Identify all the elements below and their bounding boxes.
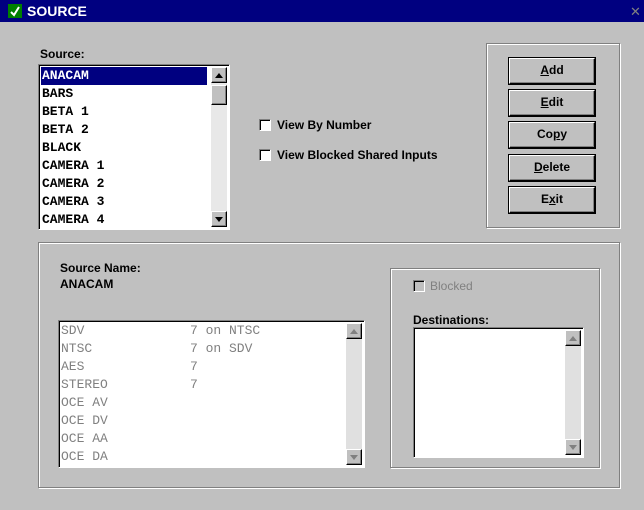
add-button[interactable]: Add xyxy=(509,58,595,84)
delete-button[interactable]: Delete xyxy=(509,155,595,181)
window-title: SOURCE xyxy=(27,3,87,19)
destinations-listbox[interactable] xyxy=(413,327,584,458)
signal-name: SDV xyxy=(61,323,85,338)
scroll-up-icon[interactable] xyxy=(346,323,362,339)
signal-level: 7 on SDV xyxy=(190,341,253,356)
signal-level: 7 xyxy=(190,377,198,392)
list-item[interactable]: CAMERA 3 xyxy=(41,193,104,211)
close-icon[interactable]: ✕ xyxy=(630,5,644,20)
exit-button[interactable]: Exit xyxy=(509,187,595,213)
title-bar xyxy=(0,0,644,22)
source-name-label: Source Name: xyxy=(60,261,141,275)
list-item[interactable]: BETA 1 xyxy=(41,103,89,121)
list-item[interactable]: BARS xyxy=(41,85,73,103)
signals-listbox[interactable]: SDV 7 on NTSC NTSC 7 on SDV AES 7 STEREO… xyxy=(58,320,365,468)
view-blocked-shared-inputs-label: View Blocked Shared Inputs xyxy=(277,148,438,162)
signal-name: OCE AA xyxy=(61,431,108,446)
signal-name: OCE AV xyxy=(61,395,108,410)
scroll-thumb[interactable] xyxy=(211,85,227,105)
scroll-up-icon[interactable] xyxy=(565,330,581,346)
source-name-value: ANACAM xyxy=(60,277,114,291)
list-item[interactable]: CAMERA 4 xyxy=(41,211,104,229)
source-scrollbar[interactable] xyxy=(211,67,227,227)
signal-name: OCE DV xyxy=(61,413,108,428)
signal-level: 7 xyxy=(190,359,198,374)
list-item[interactable]: BLACK xyxy=(41,139,81,157)
view-by-number-label: View By Number xyxy=(277,118,372,132)
signal-name: AES xyxy=(61,359,85,374)
signal-name: OCE DA xyxy=(61,449,108,464)
app-icon xyxy=(8,4,22,18)
signal-name: STEREO xyxy=(61,377,108,392)
blocked-label: Blocked xyxy=(430,279,473,293)
edit-button[interactable]: Edit xyxy=(509,90,595,116)
list-item[interactable]: BETA 2 xyxy=(41,121,89,139)
source-list-label: Source: xyxy=(40,47,85,61)
blocked-checkbox[interactable] xyxy=(413,280,425,292)
signals-scrollbar[interactable] xyxy=(346,323,362,465)
scroll-down-icon[interactable] xyxy=(565,439,581,455)
destinations-label: Destinations: xyxy=(413,313,490,327)
destinations-scrollbar[interactable] xyxy=(565,330,581,455)
scroll-up-icon[interactable] xyxy=(211,67,227,83)
source-listbox[interactable]: ANACAM BARS BETA 1 BETA 2 BLACK CAMERA 1… xyxy=(38,64,230,230)
view-blocked-shared-inputs-checkbox[interactable] xyxy=(259,149,271,161)
list-item[interactable]: CAMERA 1 xyxy=(41,157,104,175)
copy-button[interactable]: Copy xyxy=(509,122,595,148)
list-item[interactable]: ANACAM xyxy=(41,67,207,85)
list-item[interactable]: CAMERA 2 xyxy=(41,175,104,193)
view-by-number-checkbox[interactable] xyxy=(259,119,271,131)
signal-level: 7 on NTSC xyxy=(190,323,261,338)
scroll-down-icon[interactable] xyxy=(346,449,362,465)
signal-name: NTSC xyxy=(61,341,93,356)
scroll-down-icon[interactable] xyxy=(211,211,227,227)
